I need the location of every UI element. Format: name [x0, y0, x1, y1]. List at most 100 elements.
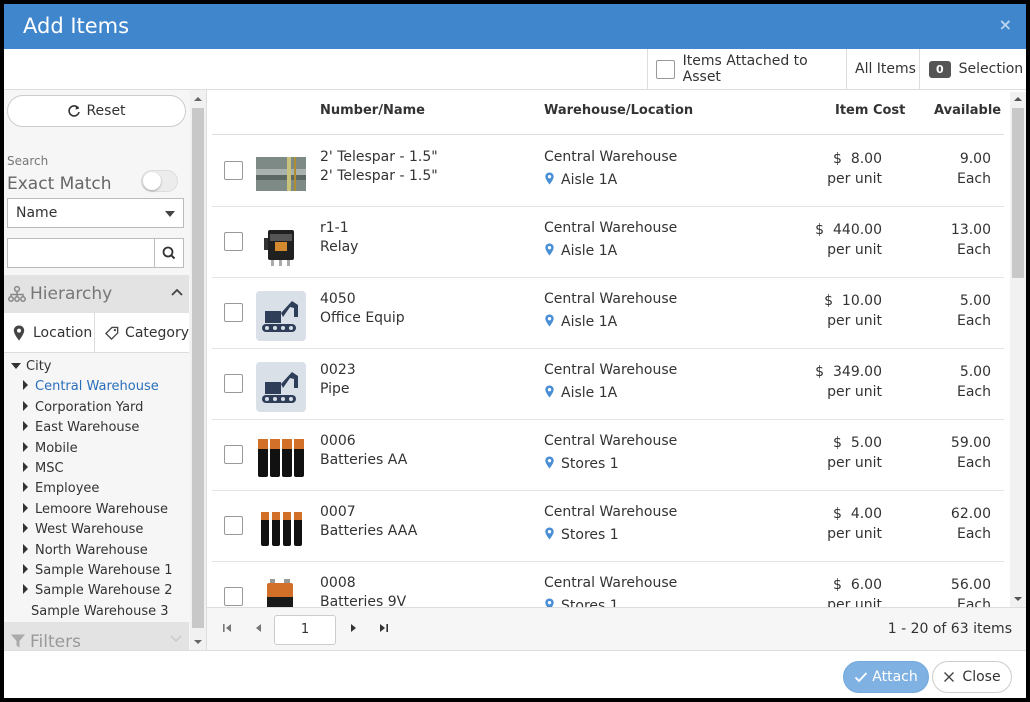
first-page-icon[interactable] [221, 622, 233, 634]
close-button[interactable]: Close [932, 661, 1012, 693]
item-warehouse: Central Warehouse [544, 362, 678, 378]
page-number-input[interactable]: 1 [274, 615, 336, 645]
left-scrollbar[interactable] [190, 90, 206, 650]
col-warehouse-location[interactable]: Warehouse/Location [544, 103, 693, 118]
tree-node-label: North Warehouse [35, 542, 148, 558]
close-icon [944, 672, 955, 682]
tree-node[interactable]: Sample Warehouse 3 [4, 602, 206, 622]
tab-location[interactable]: Location [4, 313, 95, 353]
telespar-thumbnail-icon [256, 157, 306, 191]
prev-page-icon[interactable] [253, 622, 265, 634]
search-field-select[interactable]: Name [7, 198, 184, 228]
item-thumbnail [256, 504, 306, 554]
tree-node[interactable]: West Warehouse [4, 520, 206, 540]
tree-node[interactable]: East Warehouse [4, 418, 206, 438]
map-pin-icon [545, 385, 554, 398]
item-number: 0006 [320, 433, 356, 449]
items-attached-toggle[interactable]: Items Attached to Asset [647, 49, 847, 89]
tree-node[interactable]: MSC [4, 459, 206, 479]
collapsed-arrow-icon [23, 563, 28, 574]
hierarchy-icon [8, 285, 26, 302]
refresh-icon [68, 105, 81, 117]
row-select-checkbox[interactable] [224, 232, 243, 251]
caret-down-icon [165, 211, 175, 217]
map-pin-icon [545, 243, 554, 256]
row-select-checkbox[interactable] [224, 445, 243, 464]
col-number-name[interactable]: Number/Name [320, 103, 425, 118]
item-thumbnail [256, 149, 306, 199]
left-panel: Reset Search Exact Match Name Hierarchy … [4, 90, 207, 650]
col-item-cost[interactable]: Item Cost [835, 103, 905, 118]
tree-node[interactable]: Sample Warehouse 2 [4, 581, 206, 601]
search-button[interactable] [154, 238, 184, 268]
tree-node[interactable]: Sample Warehouse 1 [4, 561, 206, 581]
col-available[interactable]: Available [934, 103, 1001, 118]
chevron-up-icon [171, 288, 183, 296]
table-row[interactable]: 4050 Office Equip Central Warehouse Aisle 1… [207, 278, 1007, 349]
row-select-checkbox[interactable] [224, 587, 243, 606]
item-location-label: Aisle 1A [561, 314, 618, 330]
item-available: 62.00 [950, 506, 991, 522]
tree-node-label: East Warehouse [35, 420, 140, 436]
tree-node[interactable]: Corporation Yard [4, 398, 206, 418]
item-available: 9.00 [959, 151, 991, 167]
tree-node[interactable]: Employee [4, 479, 206, 499]
reset-button[interactable]: Reset [7, 95, 186, 127]
item-name: Pipe [320, 381, 350, 397]
search-field-value: Name [16, 205, 58, 221]
tree-node-label: City [26, 359, 52, 374]
item-number: 0023 [320, 362, 356, 378]
attach-button[interactable]: Attach [843, 661, 929, 693]
item-thumbnail [256, 433, 306, 483]
item-location-label: Aisle 1A [561, 172, 618, 188]
cost-value: 8.00 [850, 151, 882, 167]
search-input[interactable] [7, 238, 155, 268]
item-warehouse: Central Warehouse [544, 220, 678, 236]
map-pin-icon [13, 325, 25, 341]
table-row[interactable]: 2' Telespar - 1.5" 2' Telespar - 1.5" Cent… [207, 136, 1007, 207]
selection-button[interactable]: 0 Selection [919, 49, 1026, 89]
dialog-close-icon[interactable]: × [999, 15, 1012, 34]
tree-node[interactable]: Central Warehouse [4, 377, 206, 397]
items-grid: Number/Name Warehouse/Location Item Cost… [207, 90, 1026, 650]
row-select-checkbox[interactable] [224, 303, 243, 322]
row-select-checkbox[interactable] [224, 516, 243, 535]
row-select-checkbox[interactable] [224, 374, 243, 393]
item-name: 2' Telespar - 1.5" [320, 168, 438, 184]
collapsed-arrow-icon [23, 482, 28, 493]
item-location-label: Stores 1 [561, 527, 619, 543]
scroll-thumb[interactable] [1012, 108, 1024, 278]
cost-per: per unit [827, 384, 882, 400]
filters-header[interactable]: Filters [4, 622, 189, 650]
table-row[interactable]: 0007 Batteries AAA Central Warehouse Stores… [207, 491, 1007, 562]
item-cost: $ 4.00 [762, 506, 882, 522]
item-available: 56.00 [950, 577, 991, 593]
next-page-icon[interactable] [347, 622, 359, 634]
relay-thumbnail-icon [264, 230, 294, 266]
table-row[interactable]: 0023 Pipe Central Warehouse Aisle 1A $ 349.0… [207, 349, 1007, 420]
tree-node-city[interactable]: City [4, 357, 206, 377]
item-location-label: Aisle 1A [561, 243, 618, 259]
hierarchy-header[interactable]: Hierarchy [4, 275, 189, 313]
items-attached-checkbox[interactable] [656, 59, 675, 79]
table-row[interactable]: 0006 Batteries AA Central Warehouse Stores … [207, 420, 1007, 491]
excavator-thumbnail-icon [256, 362, 306, 412]
item-number: 0008 [320, 575, 356, 591]
dialog-titlebar: Add Items × [4, 4, 1026, 49]
last-page-icon[interactable] [378, 622, 390, 634]
exact-match-toggle[interactable] [141, 170, 178, 192]
item-warehouse: Central Warehouse [544, 575, 678, 591]
item-warehouse: Central Warehouse [544, 433, 678, 449]
tree-node[interactable]: Lemoore Warehouse [4, 500, 206, 520]
all-items-button[interactable]: All Items [846, 49, 919, 89]
scroll-thumb[interactable] [192, 108, 204, 628]
grid-scrollbar[interactable] [1010, 92, 1026, 607]
tree-node[interactable]: North Warehouse [4, 541, 206, 561]
scroll-up-arrow-icon [194, 97, 202, 101]
tab-category[interactable]: Category [96, 313, 189, 353]
currency-symbol: $ [833, 435, 842, 451]
item-unit: Each [957, 242, 991, 258]
row-select-checkbox[interactable] [224, 161, 243, 180]
tree-node[interactable]: Mobile [4, 439, 206, 459]
table-row[interactable]: r1-1 Relay Central Warehouse Aisle 1A $ 440.… [207, 207, 1007, 278]
